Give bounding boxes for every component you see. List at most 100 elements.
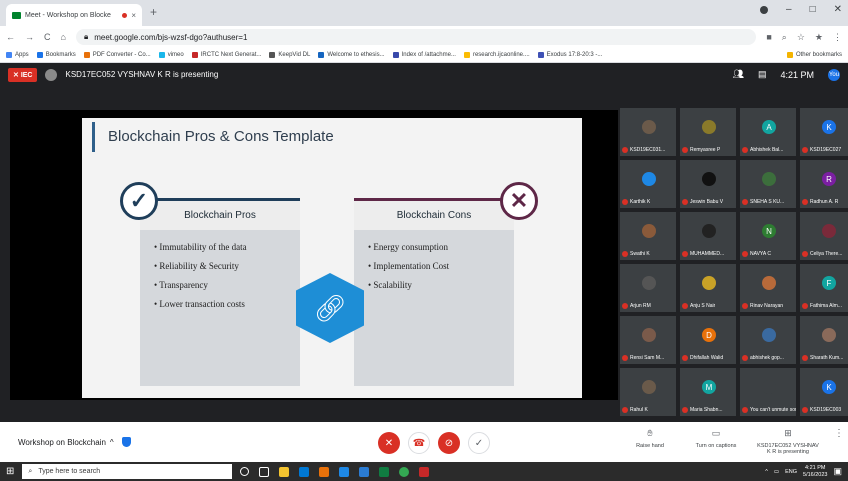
bookmark-item[interactable]: PDF Converter - Co... (83, 52, 151, 58)
mic-muted-icon (682, 251, 688, 257)
word-icon[interactable] (339, 466, 350, 477)
leave-call-button[interactable]: ☎ (408, 432, 430, 454)
participant-tile[interactable]: abhishek gop... (740, 316, 796, 364)
new-tab-icon[interactable]: + (150, 5, 157, 19)
you-badge[interactable]: You (828, 68, 840, 81)
participant-tile[interactable]: Rensi Sam M... (620, 316, 676, 364)
participant-tile[interactable]: MUHAMMED... (680, 212, 736, 260)
participant-tile[interactable]: M Maria Shabn... (680, 368, 736, 416)
bookmark-item[interactable]: vimeo (158, 52, 184, 58)
participant-tile[interactable]: K KSD19EC003 (800, 368, 848, 416)
file-explorer-icon[interactable] (279, 466, 290, 477)
more-vert-icon[interactable]: ⋮ (834, 428, 844, 439)
participant-tile[interactable]: Rinav Narayan (740, 264, 796, 312)
participant-tile[interactable]: K KSD19EC027 (800, 108, 848, 156)
participant-tile[interactable]: Sharath Kum... (800, 316, 848, 364)
minimize-icon[interactable]: – (786, 4, 792, 15)
camera-icon[interactable]: ■ (766, 32, 771, 43)
participant-tile[interactable]: Celiya There... (800, 212, 848, 260)
bookmark-item[interactable]: KeepVid DL (269, 52, 310, 58)
bookmark-item[interactable]: Exodus 17:8-20:3 -... (537, 52, 602, 58)
mic-muted-icon (802, 199, 808, 205)
extension-icon[interactable]: ★ (815, 32, 823, 43)
tray-chevron-icon[interactable]: ^ (765, 469, 768, 475)
participant-tile[interactable]: D Dhifallah Walid (680, 316, 736, 364)
taskbar-search[interactable]: ⌕ Type here to search (22, 464, 233, 479)
menu-icon[interactable]: ⋮ (833, 32, 842, 43)
participant-tile[interactable]: Jeswin Babu V (680, 160, 736, 208)
maximize-icon[interactable]: □ (810, 4, 816, 15)
star-icon[interactable]: ☆ (797, 32, 805, 43)
participant-name: You can't unmute someone else (742, 407, 796, 413)
mic-off-button[interactable]: ✕ (378, 432, 400, 454)
bookmark-item[interactable]: Apps (6, 52, 29, 58)
participant-tile[interactable]: N NAVYA C (740, 212, 796, 260)
windows-start-icon[interactable]: ⊞ (6, 466, 14, 477)
bookmark-item[interactable]: research.ijcaonline.... (463, 52, 530, 58)
participant-tile[interactable]: Anju S Nair (680, 264, 736, 312)
chevron-up-icon[interactable]: ^ (110, 438, 114, 447)
bookmark-item[interactable]: Bookmarks (36, 52, 76, 58)
notification-icon[interactable]: ▣ (833, 466, 842, 477)
battery-icon[interactable]: ▭ (774, 469, 779, 475)
participant-tile[interactable]: Rahul K (620, 368, 676, 416)
captions-button[interactable]: ▭ Turn on captions (690, 428, 742, 449)
participant-name: NAVYA C (742, 251, 771, 257)
participant-avatar: F (822, 276, 836, 290)
close-tab-icon[interactable]: × (131, 11, 136, 20)
meeting-name[interactable]: Workshop on Blockchain (18, 438, 106, 447)
people-icon[interactable]: 👥︎ (733, 69, 744, 80)
participant-tile[interactable]: A Abhishek Bal... (740, 108, 796, 156)
store-icon[interactable] (299, 466, 310, 477)
participant-tile[interactable]: Arjun RM (620, 264, 676, 312)
shield-icon[interactable] (121, 437, 131, 447)
stop-presenting-button[interactable]: ✕ IEC (8, 67, 38, 82)
camera-off-button[interactable]: ⊘ (438, 432, 460, 454)
bookmark-item[interactable]: Welcome to ethesis... (318, 52, 385, 58)
forward-icon[interactable]: → (25, 32, 34, 42)
chrome-icon[interactable] (399, 466, 410, 477)
bookmark-item[interactable]: IRCTC Next Generat... (191, 52, 261, 58)
url-field[interactable]: 🔒︎ meet.google.com/bjs-wzsf-dgo?authuser… (75, 29, 757, 45)
presenting-button[interactable]: ⊞ KSD17EC052 VYSHNAV K R is presenting (756, 428, 820, 455)
outlook-icon[interactable] (359, 466, 370, 477)
participant-tile[interactable]: Remyasree P (680, 108, 736, 156)
participant-tile[interactable]: KSD19EC031... (620, 108, 676, 156)
participant-avatar (642, 224, 656, 238)
tray-clock[interactable]: 4:21 PM 5/16/2023 (803, 465, 827, 479)
powerpoint-icon[interactable] (419, 466, 430, 477)
participant-avatar (702, 172, 716, 186)
raise-hand-button[interactable]: ✋︎ Raise hand (624, 428, 676, 449)
mic-muted-icon (802, 355, 808, 361)
back-icon[interactable]: ← (6, 32, 15, 42)
zoom-icon[interactable]: ⌕ (782, 32, 787, 43)
participant-tile[interactable]: Swathi K (620, 212, 676, 260)
participant-tile[interactable]: Karthik K (620, 160, 676, 208)
profile-icon[interactable] (760, 5, 768, 14)
pros-item: Transparency (154, 280, 286, 290)
other-bookmarks[interactable]: Other bookmarks (786, 52, 842, 58)
excel-icon[interactable] (379, 466, 390, 477)
presenter-avatar (45, 68, 58, 81)
mic-muted-icon (742, 355, 748, 361)
participant-tile[interactable]: F Fathima Alm... (800, 264, 848, 312)
app-icon[interactable] (319, 466, 330, 477)
meet-tab[interactable]: Meet - Workshop on Blocke × (6, 4, 142, 26)
participant-tile[interactable]: SNEHA S KU... (740, 160, 796, 208)
pros-item: Lower transaction costs (154, 299, 286, 309)
screen: Meet - Workshop on Blocke × + – □ ✕ ← → … (0, 0, 848, 481)
participant-avatar (822, 328, 836, 342)
participant-avatar (642, 172, 656, 186)
cortana-icon[interactable] (240, 466, 250, 476)
chat-icon[interactable]: ▤ (758, 69, 767, 80)
reload-icon[interactable]: C (44, 32, 51, 42)
participant-tile[interactable]: R Radhun A. R (800, 160, 848, 208)
bookmark-item[interactable]: Index of /attachme... (392, 52, 456, 58)
language-indicator[interactable]: ENG (785, 469, 797, 475)
participant-tile[interactable]: You can't unmute someone else (740, 368, 796, 416)
more-options-button[interactable]: ✓ (468, 432, 490, 454)
close-window-icon[interactable]: ✕ (834, 4, 842, 15)
meet-time: 4:21 PM (780, 69, 814, 80)
task-view-icon[interactable] (259, 466, 270, 477)
home-icon[interactable]: ⌂ (61, 32, 66, 42)
